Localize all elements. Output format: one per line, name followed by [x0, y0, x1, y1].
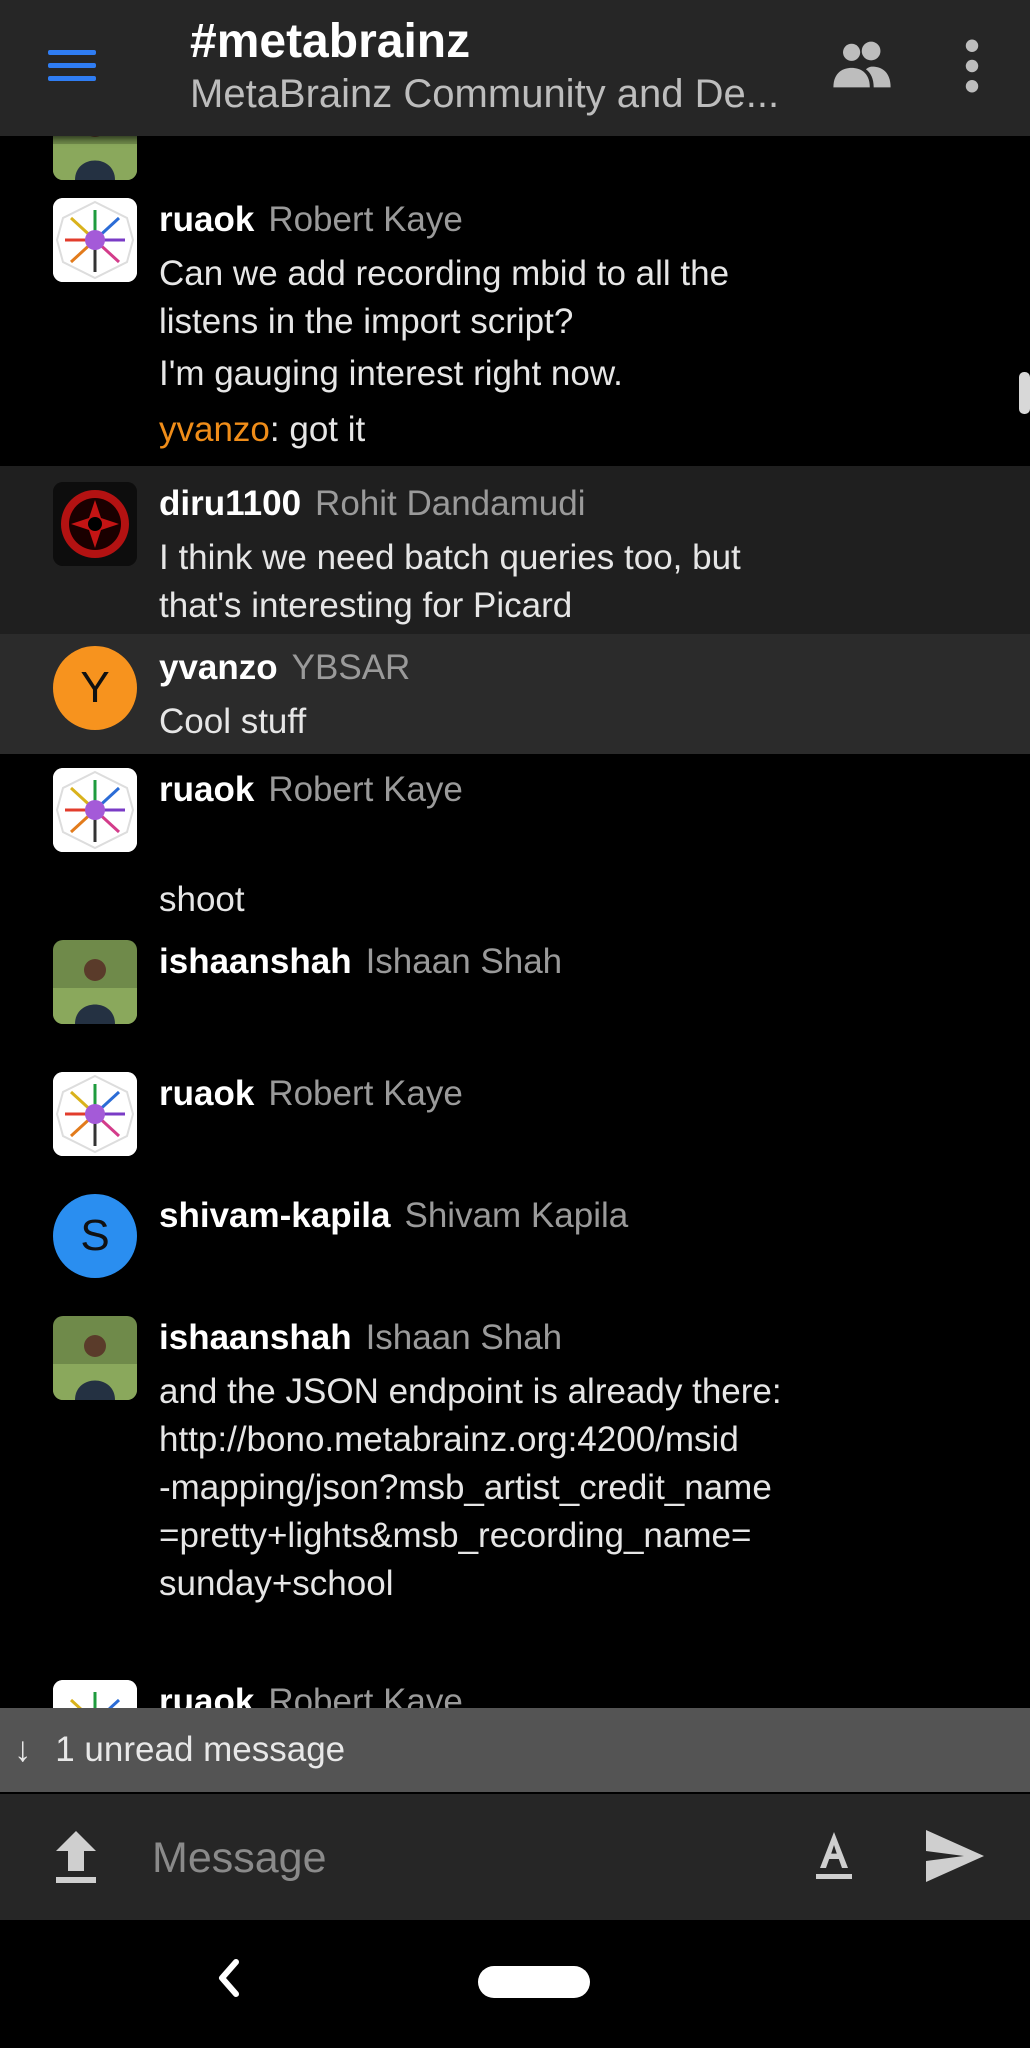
message-header: ruaok Robert Kaye: [159, 1682, 463, 1708]
app-bar: #metabrainz MetaBrainz Community and De.…: [0, 0, 1030, 136]
message-header: ishaanshah Ishaan Shah: [159, 942, 562, 982]
avatar[interactable]: [53, 136, 137, 180]
real-name: Robert Kaye: [268, 1682, 463, 1708]
username[interactable]: ruaok: [159, 770, 254, 809]
message-text: that's interesting for Picard: [159, 586, 573, 625]
real-name: Robert Kaye: [268, 200, 463, 239]
upload-icon[interactable]: [52, 1826, 100, 1888]
text-format-icon[interactable]: [812, 1826, 856, 1886]
username[interactable]: yvanzo: [159, 648, 278, 687]
message-header: shivam-kapila Shivam Kapila: [159, 1196, 628, 1236]
avatar[interactable]: [53, 1072, 137, 1156]
avatar[interactable]: S: [53, 1194, 137, 1278]
message-text: I think we need batch queries too, but: [159, 538, 741, 577]
username[interactable]: ruaok: [159, 1074, 254, 1113]
username[interactable]: ishaanshah: [159, 1318, 352, 1357]
username[interactable]: ishaanshah: [159, 942, 352, 981]
avatar[interactable]: [53, 768, 137, 852]
message-header: yvanzo YBSAR: [159, 648, 410, 688]
avatar[interactable]: [53, 482, 137, 566]
real-name: Robert Kaye: [268, 770, 463, 809]
avatar[interactable]: Y: [53, 646, 137, 730]
message-text: yvanzo: got it: [159, 410, 365, 450]
avatar[interactable]: [53, 1316, 137, 1400]
list-item: diru1100 Rohit Dandamudi I think we need …: [0, 466, 1030, 634]
back-chevron-icon[interactable]: [212, 1950, 246, 2006]
list-item: ishaanshah Ishaan Shah and the JSON endpo…: [0, 1296, 1030, 1636]
unread-banner[interactable]: ↓ 1 unread message: [0, 1708, 1030, 1792]
message-link[interactable]: sunday+school: [159, 1564, 393, 1604]
real-name: Rohit Dandamudi: [315, 484, 586, 523]
down-arrow-icon: ↓: [14, 1730, 32, 1769]
real-name: Ishaan Shah: [365, 1318, 563, 1357]
username[interactable]: ruaok: [159, 1682, 254, 1708]
composer: [0, 1794, 1030, 1920]
real-name: Ishaan Shah: [365, 942, 563, 981]
more-vert-icon[interactable]: [955, 38, 989, 94]
avatar[interactable]: [53, 198, 137, 282]
message-text: Cool stuff: [159, 702, 307, 741]
message-text: and the JSON endpoint is already there:: [159, 1372, 782, 1411]
reply-text: : got it: [269, 410, 366, 449]
send-icon[interactable]: [924, 1828, 986, 1884]
list-item: ishaanshah Ishaan Shah: [0, 930, 1030, 1050]
username[interactable]: ruaok: [159, 200, 254, 239]
real-name: YBSAR: [291, 648, 411, 687]
user-mention[interactable]: yvanzo: [159, 410, 270, 449]
avatar[interactable]: [53, 940, 137, 1024]
real-name: Robert Kaye: [268, 1074, 463, 1113]
message-text: I'm gauging interest right now.: [159, 354, 623, 393]
message-link[interactable]: http://bono.metabrainz.org:4200/msid: [159, 1420, 739, 1460]
message-link[interactable]: -mapping/json?msb_artist_credit_name: [159, 1468, 772, 1508]
system-nav-bar: [0, 1920, 1030, 2048]
message-text: Can we add recording mbid to all the: [159, 254, 730, 293]
avatar-letter: S: [80, 1211, 110, 1260]
message-header: ishaanshah Ishaan Shah: [159, 1318, 562, 1358]
username[interactable]: diru1100: [159, 484, 301, 523]
message-header: diru1100 Rohit Dandamudi: [159, 484, 585, 524]
list-item: ruaok Robert Kaye: [0, 1052, 1030, 1172]
unread-text: 1 unread message: [55, 1730, 346, 1769]
list-item: ruaok Robert Kaye Can we add recording mb…: [0, 178, 1030, 462]
message-link[interactable]: =pretty+lights&msb_recording_name=: [159, 1516, 751, 1556]
channel-title: #metabrainz: [190, 15, 471, 68]
people-icon[interactable]: [830, 38, 894, 90]
message-header: ruaok Robert Kaye: [159, 1074, 463, 1114]
avatar[interactable]: [53, 1680, 137, 1708]
hamburger-menu-icon[interactable]: [40, 40, 108, 90]
real-name: Shivam Kapila: [404, 1196, 629, 1235]
message-header: ruaok Robert Kaye: [159, 200, 463, 240]
list-item: S shivam-kapila Shivam Kapila: [0, 1174, 1030, 1294]
message-list[interactable]: ruaok Robert Kaye Can we add recording mb…: [0, 136, 1030, 1708]
message-input[interactable]: [150, 1818, 754, 1898]
avatar-letter: Y: [80, 663, 110, 712]
username[interactable]: shivam-kapila: [159, 1196, 391, 1235]
channel-subtitle: MetaBrainz Community and De...: [190, 72, 780, 116]
home-pill-button[interactable]: [478, 1966, 590, 1998]
list-item: Y yvanzo YBSAR Cool stuff: [0, 634, 1030, 754]
list-item: ruaok Robert Kaye: [0, 1666, 1030, 1708]
message-text: listens in the import script?: [159, 302, 574, 341]
list-item: ruaok Robert Kaye shoot: [0, 754, 1030, 930]
message-header: ruaok Robert Kaye: [159, 770, 463, 810]
message-text: shoot: [159, 880, 245, 919]
scrollbar-thumb[interactable]: [1019, 372, 1030, 414]
